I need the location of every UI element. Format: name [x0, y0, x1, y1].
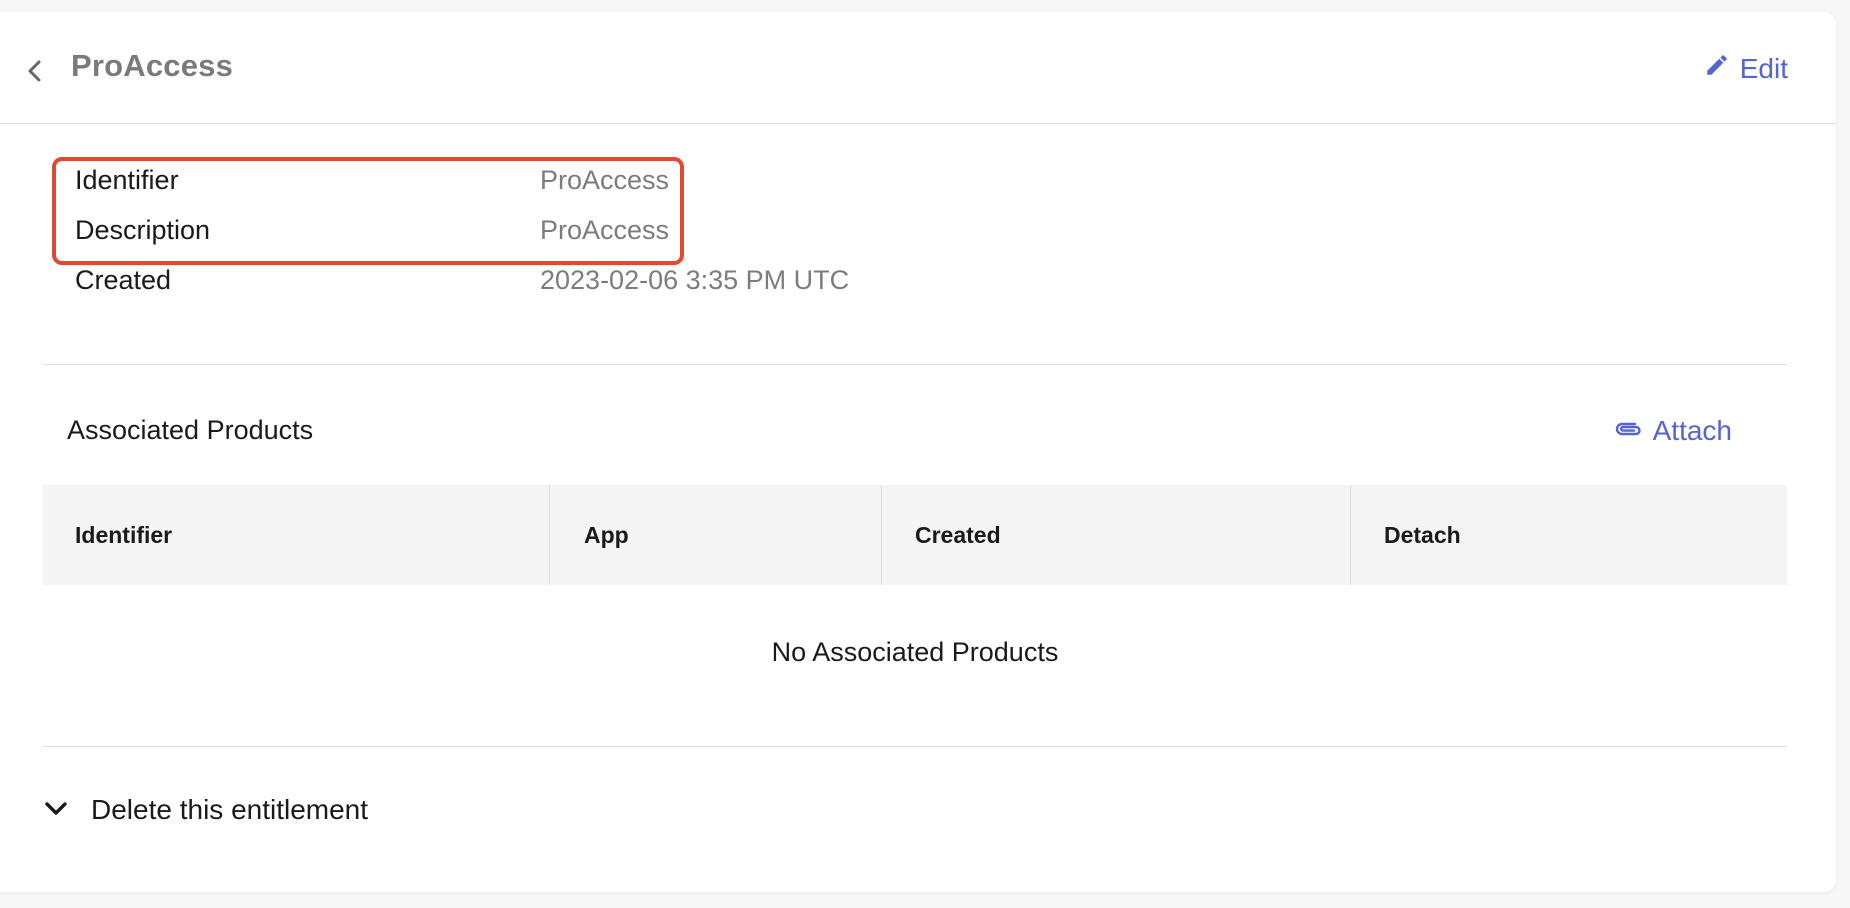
detail-label: Created [75, 265, 172, 295]
delete-entitlement-label: Delete this entitlement [91, 794, 369, 825]
edit-label: Edit [1739, 52, 1788, 84]
detail-row-description: Description ProAccess [75, 207, 975, 257]
detail-label: Description [75, 215, 211, 245]
associated-products-title: Associated Products [67, 415, 314, 445]
section-divider [43, 746, 1787, 747]
detail-value: 2023-02-06 3:35 PM UTC [540, 265, 850, 295]
chevron-left-icon [25, 58, 45, 89]
attach-button[interactable]: Attach [1613, 415, 1732, 447]
back-button[interactable] [18, 56, 52, 90]
detail-label: Identifier [75, 165, 179, 195]
column-header-created[interactable]: Created [881, 485, 1350, 585]
column-header-detach[interactable]: Detach [1350, 485, 1787, 585]
detail-row-created: Created 2023-02-06 3:35 PM UTC [75, 257, 975, 307]
page-header: ProAccess Edit [0, 12, 1836, 124]
detail-value: ProAccess [540, 215, 670, 245]
delete-entitlement-toggle[interactable]: Delete this entitlement [43, 794, 368, 826]
attach-label: Attach [1652, 415, 1732, 446]
page-title: ProAccess [71, 48, 234, 83]
paperclip-icon [1613, 415, 1643, 447]
pencil-icon [1704, 52, 1730, 85]
column-header-app[interactable]: App [549, 485, 881, 585]
entitlement-details: Identifier ProAccess Description ProAcce… [75, 157, 975, 307]
detail-value: ProAccess [540, 165, 670, 195]
section-divider [43, 364, 1787, 365]
empty-products-message: No Associated Products [771, 637, 1059, 667]
detail-row-identifier: Identifier ProAccess [75, 157, 975, 207]
products-table-header: Identifier App Created Detach [43, 485, 1787, 585]
column-header-identifier[interactable]: Identifier [43, 485, 549, 585]
chevron-down-icon [43, 794, 69, 826]
entitlement-card: ProAccess Edit Identifier ProAccess Desc… [0, 12, 1836, 892]
edit-button[interactable]: Edit [1704, 52, 1788, 85]
